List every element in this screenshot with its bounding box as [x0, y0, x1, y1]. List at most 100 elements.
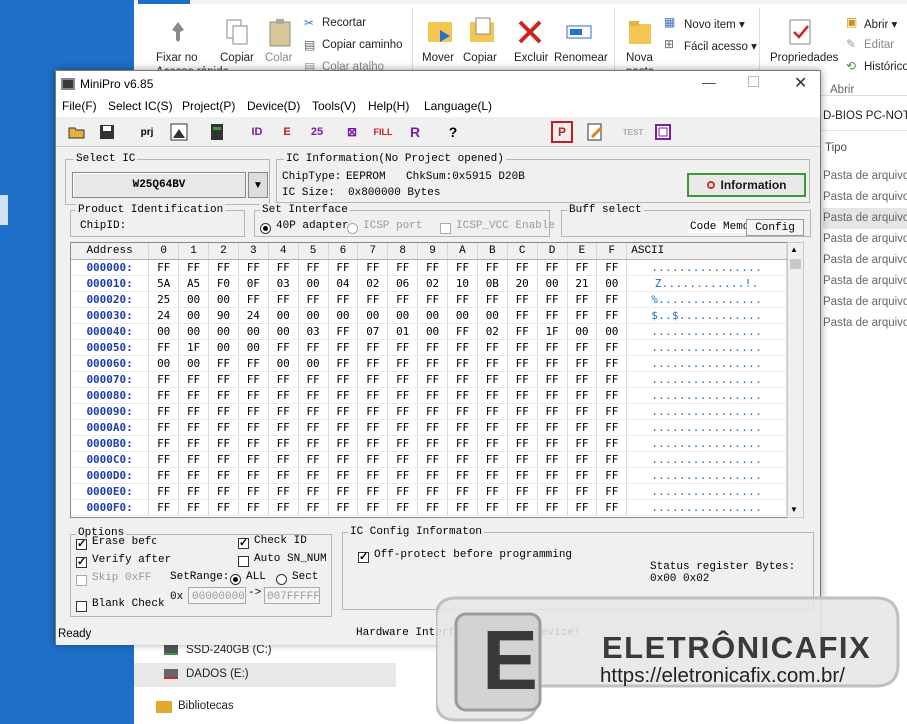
- hex-byte[interactable]: FF: [567, 483, 598, 500]
- menu-help[interactable]: Help(H): [368, 99, 409, 113]
- hex-ascii[interactable]: %...............: [626, 291, 787, 308]
- hex-byte[interactable]: FF: [238, 387, 269, 404]
- hex-byte[interactable]: FF: [178, 387, 209, 404]
- hex-byte[interactable]: 03: [298, 323, 329, 340]
- hex-byte[interactable]: FF: [596, 387, 628, 404]
- hex-byte[interactable]: A5: [178, 275, 209, 292]
- hex-byte[interactable]: FF: [208, 499, 239, 516]
- file-row[interactable]: Pasta de arquivo: [823, 229, 907, 250]
- hex-byte[interactable]: 00: [328, 307, 359, 324]
- hex-byte[interactable]: FF: [298, 403, 329, 420]
- hex-byte[interactable]: FF: [328, 355, 359, 372]
- scroll-thumb[interactable]: [790, 259, 801, 269]
- hex-byte[interactable]: 00: [178, 291, 209, 308]
- hex-byte[interactable]: FF: [447, 419, 478, 436]
- hex-byte[interactable]: FF: [268, 339, 299, 356]
- checkbox-verify-after[interactable]: [76, 555, 87, 569]
- hex-byte[interactable]: FF: [596, 371, 628, 388]
- hex-byte[interactable]: 00: [268, 355, 299, 372]
- maximize-icon[interactable]: [748, 76, 759, 87]
- hex-byte[interactable]: 24: [148, 307, 180, 324]
- project-icon[interactable]: prj: [136, 121, 158, 143]
- menu-tools[interactable]: Tools(V): [312, 99, 356, 113]
- hex-byte[interactable]: FF: [357, 355, 389, 372]
- hex-byte[interactable]: 00: [148, 355, 180, 372]
- hex-byte[interactable]: FF: [417, 339, 448, 356]
- hex-byte[interactable]: FF: [567, 419, 598, 436]
- radio-40p-label[interactable]: 40P adapter: [276, 220, 349, 232]
- hex-ascii[interactable]: Z............!.: [626, 275, 787, 292]
- file-row[interactable]: Pasta de arquivo: [823, 313, 907, 334]
- hex-byte[interactable]: FF: [447, 403, 478, 420]
- information-button[interactable]: Information: [687, 173, 806, 197]
- hex-byte[interactable]: FF: [507, 387, 538, 404]
- hex-ascii[interactable]: ................: [626, 499, 787, 516]
- hex-byte[interactable]: FF: [417, 451, 448, 468]
- hex-byte[interactable]: FF: [328, 499, 359, 516]
- hex-byte[interactable]: FF: [596, 355, 628, 372]
- easy-access-label[interactable]: Fácil acesso ▾: [684, 39, 757, 53]
- hex-byte[interactable]: FF: [178, 467, 209, 484]
- hex-byte[interactable]: 03: [268, 275, 299, 292]
- hex-byte[interactable]: FF: [477, 419, 508, 436]
- hex-ascii[interactable]: ................: [626, 403, 787, 420]
- hex-byte[interactable]: FF: [208, 451, 239, 468]
- hex-byte[interactable]: FF: [387, 259, 419, 276]
- hex-byte[interactable]: FF: [328, 467, 359, 484]
- hex-byte[interactable]: 00: [417, 307, 448, 324]
- hex-byte[interactable]: FF: [417, 467, 448, 484]
- hex-byte[interactable]: FF: [357, 387, 389, 404]
- checkbox-icsp-vcc[interactable]: [440, 221, 451, 235]
- hex-byte[interactable]: FF: [387, 403, 419, 420]
- hex-byte[interactable]: FF: [357, 403, 389, 420]
- hex-byte[interactable]: FF: [507, 451, 538, 468]
- hex-byte[interactable]: FF: [596, 291, 628, 308]
- hex-byte[interactable]: FF: [148, 259, 180, 276]
- hex-byte[interactable]: 02: [357, 275, 389, 292]
- hex-byte[interactable]: FF: [477, 259, 508, 276]
- hex-byte[interactable]: FF: [387, 499, 419, 516]
- program-icon[interactable]: P: [551, 121, 573, 143]
- hex-ascii[interactable]: ................: [626, 387, 787, 404]
- help-icon[interactable]: ?: [442, 121, 464, 143]
- hex-byte[interactable]: FF: [238, 259, 269, 276]
- nav-drive-e[interactable]: DADOS (E:): [186, 668, 249, 680]
- verify-after-label[interactable]: Verify after: [92, 554, 171, 566]
- copy-path-label[interactable]: Copiar caminho: [322, 39, 403, 51]
- hex-byte[interactable]: FF: [357, 451, 389, 468]
- verify-icon[interactable]: ⊠: [341, 121, 363, 143]
- ic-select-field[interactable]: W25Q64BV: [72, 172, 246, 198]
- nav-drive-c[interactable]: SSD-240GB (C:): [186, 644, 272, 656]
- id-icon[interactable]: ID: [246, 121, 268, 143]
- hex-byte[interactable]: FF: [328, 403, 359, 420]
- hex-ascii[interactable]: ................: [626, 435, 787, 452]
- hex-byte[interactable]: FF: [208, 419, 239, 436]
- hex-byte[interactable]: FF: [596, 435, 628, 452]
- range-start-input[interactable]: 00000000: [188, 587, 246, 604]
- hex-byte[interactable]: 00: [268, 323, 299, 340]
- hex-byte[interactable]: 00: [208, 339, 239, 356]
- edit-icon[interactable]: ✎: [846, 37, 856, 51]
- hex-byte[interactable]: FF: [178, 259, 209, 276]
- hex-byte[interactable]: FF: [477, 355, 508, 372]
- hex-byte[interactable]: 00: [298, 307, 329, 324]
- hex-byte[interactable]: FF: [208, 483, 239, 500]
- hex-byte[interactable]: FF: [208, 387, 239, 404]
- open-label[interactable]: Abrir ▾: [864, 17, 897, 31]
- hex-byte[interactable]: FF: [447, 291, 478, 308]
- move-to-icon[interactable]: [426, 16, 456, 51]
- checkbox-off-protect[interactable]: [358, 550, 369, 564]
- hex-byte[interactable]: 00: [238, 323, 269, 340]
- hex-byte[interactable]: FF: [357, 467, 389, 484]
- hex-byte[interactable]: FF: [567, 499, 598, 516]
- hex-byte[interactable]: 00: [298, 275, 329, 292]
- hex-byte[interactable]: FF: [387, 371, 419, 388]
- hex-byte[interactable]: FF: [417, 355, 448, 372]
- hex-byte[interactable]: FF: [447, 339, 478, 356]
- hex-row[interactable]: 0000D0: FF FF FF FF FF FF FF FF FF FF FF FF FF FF FF FF.…: [71, 467, 787, 484]
- hex-byte[interactable]: FF: [596, 307, 628, 324]
- hex-byte[interactable]: 00: [208, 291, 239, 308]
- hex-byte[interactable]: FF: [298, 483, 329, 500]
- nav-libraries[interactable]: Bibliotecas: [178, 700, 234, 712]
- hex-byte[interactable]: FF: [298, 499, 329, 516]
